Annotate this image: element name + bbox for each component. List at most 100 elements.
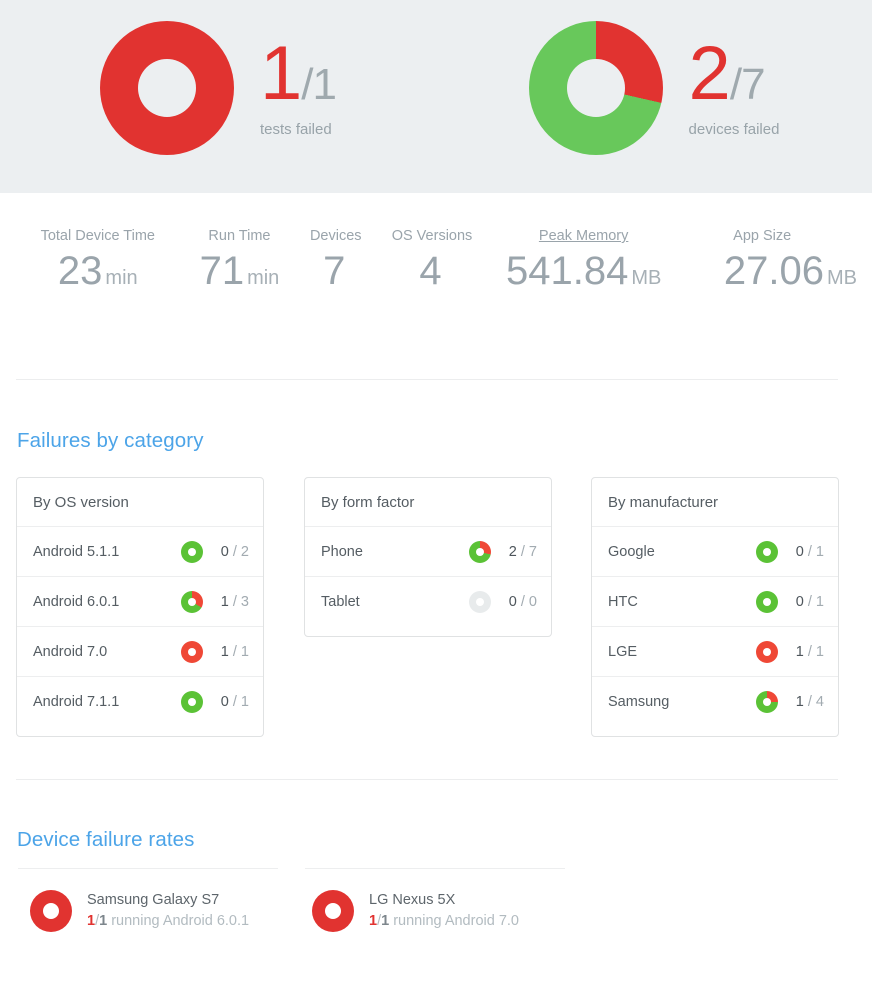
row-total-count: 7 [528,543,537,560]
device-running-os: running Android 7.0 [393,913,519,930]
stat-label: Run Time [208,228,271,244]
device-text: LG Nexus 5X 1/1 running Android 7.0 [369,890,519,933]
section-divider-top [16,379,838,380]
row-donut-icon [756,691,778,713]
stat-value: 7 [293,248,378,294]
row-ratio-slash: / [803,593,816,610]
table-row[interactable]: Google 0 / 1 [592,527,838,577]
device-failure-donut-icon [312,890,354,933]
row-failed-count: 0 [508,594,517,610]
donut-hole [188,547,196,556]
stat-unit: MB [631,267,662,289]
row-ratio-slash: / [228,543,241,560]
row-ratio-slash: / [516,543,529,560]
donut-hole [188,647,196,656]
donut-hole [138,58,196,117]
row-total-count: 1 [815,593,824,610]
card-footer-spacer [305,627,551,636]
stat-app-size: App Size 27.06 MB [681,228,859,294]
row-failed-count: 2 [508,543,517,560]
table-row[interactable]: HTC 0 / 1 [592,577,838,627]
row-donut-icon [756,540,778,563]
stat-number: 23 [57,249,103,293]
donut-hole [325,903,341,920]
table-row[interactable]: Samsung 1 / 4 [592,677,838,727]
table-row[interactable]: Android 5.1.1 0 / 2 [17,527,263,577]
stat-label: OS Versions [391,228,473,244]
tests-ratio-slash: / [301,59,313,109]
table-row[interactable]: Tablet 0 / 0 [305,577,551,627]
tests-failed-summary: 1/1 tests failed [0,0,436,193]
devices-ratio-slash: / [729,59,742,109]
device-failed-count: 1 [87,913,96,930]
tests-failed-count: 1 [260,30,302,116]
device-item-divider [305,868,565,869]
table-row[interactable]: Android 7.1.1 0 / 1 [17,677,263,727]
row-ratio: 0 / 0 [503,594,537,610]
row-ratio: 1 / 4 [790,694,824,710]
device-failure-item[interactable]: LG Nexus 5X 1/1 running Android 7.0 [312,890,519,933]
row-label: Samsung [608,694,670,710]
card-body: Phone 2 / 7 Tablet 0 / 0 [305,527,551,627]
table-row[interactable]: LGE 1 / 1 [592,627,838,677]
row-donut-icon [469,540,491,563]
device-failure-item[interactable]: Samsung Galaxy S7 1/1 running Android 6.… [30,890,249,933]
card-by-os-version: By OS version Android 5.1.1 0 / 2 Android … [16,477,264,737]
stat-number: 27.06 [723,249,824,293]
row-ratio-slash: / [803,543,816,560]
row-donut-icon [756,590,778,613]
card-by-form-factor: By form factor Phone 2 / 7 Tablet 0 / 0 [304,477,552,637]
row-donut-icon [756,640,778,663]
device-text: Samsung Galaxy S7 1/1 running Android 6.… [87,890,249,933]
card-footer-spacer [17,727,263,736]
device-total-count: 1 [381,913,390,930]
row-donut-icon [181,540,203,563]
stat-label: Devices [309,228,362,244]
devices-failed-summary: 2/7 devices failed [436,0,872,193]
row-total-count: 1 [815,643,824,660]
stat-unit: MB [826,267,857,289]
stat-devices: Devices 7 [293,228,378,294]
devices-total-count: 7 [741,59,766,109]
card-header: By manufacturer [592,478,838,527]
devices-failed-donut-icon [528,20,663,155]
card-by-manufacturer: By manufacturer Google 0 / 1 HTC 0 / 1 LGE 1 … [591,477,839,737]
row-total-count: 2 [240,543,249,560]
row-failed-count: 1 [795,643,804,660]
table-row[interactable]: Android 6.0.1 1 / 3 [17,577,263,627]
stat-value: 23 min [10,248,186,294]
devices-failed-text: 2/7 devices failed [689,35,780,138]
row-label: Android 6.0.1 [33,593,120,610]
stat-unit: min [105,267,138,289]
card-header: By OS version [17,478,263,527]
row-failed-count: 1 [795,694,804,710]
donut-hole [43,903,59,920]
summary-stats-row: Total Device Time 23 min Run Time 71 min D… [0,228,879,294]
stat-label: App Size [733,228,792,244]
row-total-count: 0 [528,594,537,610]
donut-hole [566,58,625,117]
stat-os-versions: OS Versions 4 [378,228,486,294]
row-ratio-slash: / [803,694,816,710]
row-label: Phone [321,543,363,560]
device-item-divider [18,868,278,869]
row-ratio: 0 / 1 [790,594,824,610]
stat-label: Total Device Time [40,228,155,244]
row-total-count: 1 [815,543,824,560]
row-failed-count: 1 [220,643,229,660]
row-ratio: 1 / 1 [790,644,824,660]
row-ratio-slash: / [803,643,816,660]
row-ratio: 1 / 1 [215,644,249,660]
peak-memory-link[interactable]: Peak Memory [486,228,682,244]
donut-hole [763,647,771,656]
table-row[interactable]: Android 7.0 1 / 1 [17,627,263,677]
row-total-count: 1 [240,643,249,660]
row-donut-icon [181,590,203,613]
row-label: LGE [608,643,638,660]
device-failure-rates-title: Device failure rates [17,828,195,851]
row-ratio-slash: / [228,643,241,660]
stat-run-time: Run Time 71 min [186,228,294,294]
stat-number: 71 [199,249,245,293]
table-row[interactable]: Phone 2 / 7 [305,527,551,577]
stat-number: 541.84 [505,249,629,293]
